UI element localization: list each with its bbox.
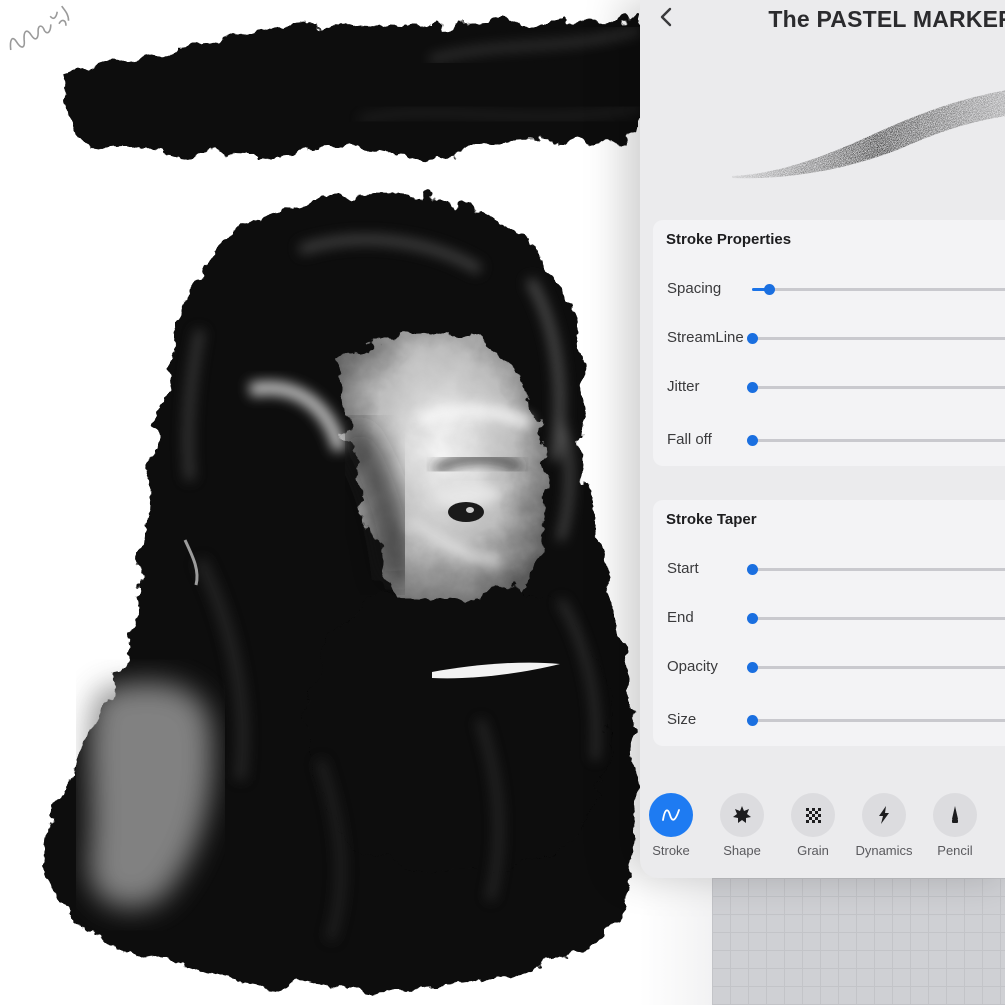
pencil-tip-icon <box>933 793 977 837</box>
brush-title: The PASTEL MARKER <box>768 6 1005 32</box>
slider-label: Fall off <box>667 431 712 448</box>
slider-end[interactable]: End <box>653 603 1005 633</box>
slider-knob[interactable] <box>747 715 758 726</box>
slider-track[interactable] <box>747 715 1005 726</box>
slider-track[interactable] <box>747 382 1005 393</box>
slider-knob[interactable] <box>747 382 758 393</box>
slider-fall-off[interactable]: Fall off <box>653 425 1005 455</box>
slider-track[interactable] <box>747 564 1005 575</box>
slider-label: Spacing <box>667 280 722 297</box>
brush-settings-panel: The PASTEL MARKER Stroke Properties Spac… <box>640 0 1005 878</box>
section-title: Stroke Properties <box>666 231 792 248</box>
slider-track[interactable] <box>747 435 1005 446</box>
slider-knob[interactable] <box>747 662 758 673</box>
grain-checker-icon <box>791 793 835 837</box>
chevron-left-icon <box>660 7 672 27</box>
stroke-wave-icon <box>649 793 693 837</box>
shape-star-icon <box>720 793 764 837</box>
slider-size[interactable]: Size <box>653 705 1005 735</box>
tab-shape[interactable]: Shape <box>706 790 778 862</box>
back-button[interactable] <box>654 4 680 30</box>
background-grid <box>640 878 1005 1005</box>
slider-streamline[interactable]: StreamLine <box>653 323 1005 353</box>
slider-spacing[interactable]: Spacing <box>653 274 1005 304</box>
slider-label: Opacity <box>667 658 718 675</box>
slider-opacity[interactable]: Opacity <box>653 652 1005 682</box>
artist-signature <box>9 5 70 51</box>
slider-label: Start <box>667 560 699 577</box>
tab-dynamics[interactable]: Dynamics <box>848 790 920 862</box>
slider-knob[interactable] <box>747 333 758 344</box>
slider-knob[interactable] <box>747 613 758 624</box>
slider-start[interactable]: Start <box>653 554 1005 584</box>
tab-label: Dynamics <box>855 843 913 858</box>
slider-track[interactable] <box>747 613 1005 624</box>
slider-label: Size <box>667 711 697 728</box>
slider-track[interactable] <box>752 284 1005 295</box>
tab-label: Shape <box>723 843 761 858</box>
slider-label: StreamLine <box>667 329 744 346</box>
dynamics-lightning-icon <box>862 793 906 837</box>
tab-label: Grain <box>797 843 829 858</box>
tab-pencil[interactable]: Pencil <box>919 790 991 862</box>
slider-track[interactable] <box>747 333 1005 344</box>
brush-category-tabs: Stroke Shape Grain Dynamics Pencil <box>640 790 1005 870</box>
slider-track[interactable] <box>747 662 1005 673</box>
slider-label: End <box>667 609 694 626</box>
stroke-taper-section: Stroke Taper Start End Opacity Size <box>653 500 1005 746</box>
slider-label: Jitter <box>667 378 700 395</box>
stroke-preview <box>732 90 1005 179</box>
slider-knob[interactable] <box>747 435 758 446</box>
tab-label: Stroke <box>652 843 690 858</box>
stroke-properties-section: Stroke Properties Spacing StreamLine Jit… <box>653 220 1005 466</box>
slider-jitter[interactable]: Jitter <box>653 372 1005 402</box>
tab-label: Pencil <box>937 843 973 858</box>
slider-knob[interactable] <box>747 564 758 575</box>
tab-stroke[interactable]: Stroke <box>635 790 707 862</box>
tab-grain[interactable]: Grain <box>777 790 849 862</box>
slider-knob[interactable] <box>763 284 775 295</box>
section-title: Stroke Taper <box>666 511 757 528</box>
